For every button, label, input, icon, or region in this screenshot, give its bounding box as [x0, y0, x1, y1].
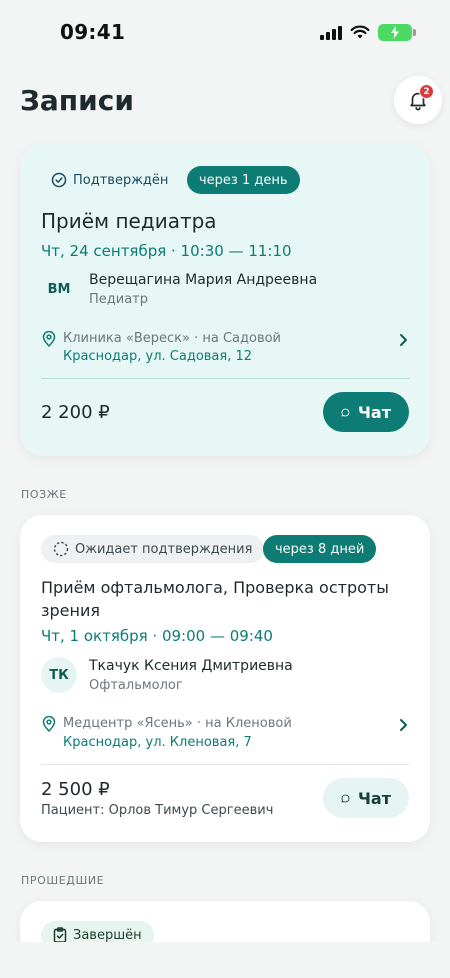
countdown-label: через 8 дней [275, 541, 365, 557]
page-title: Записи [20, 84, 134, 117]
later-appointment-card[interactable]: Ожидает подтверждения через 8 дней Приём… [20, 515, 430, 842]
divider [41, 764, 409, 765]
countdown-badge: через 1 день [187, 166, 300, 194]
doctor-role: Педиатр [89, 292, 149, 307]
status-bar: 09:41 [0, 0, 450, 66]
cellular-signal-icon [320, 25, 342, 40]
clinic-name: Клиника «Вереск» · на Садовой [63, 331, 282, 346]
appointment-price: 2 200 ₽ [41, 402, 110, 423]
wifi-icon [350, 25, 370, 39]
notifications-button[interactable]: 2 [394, 76, 442, 124]
chat-button[interactable]: Чат [323, 778, 409, 818]
appointment-title: Приём педиатра [41, 209, 217, 233]
clipboard-check-icon [53, 927, 67, 943]
countdown-label: через 1 день [199, 172, 288, 188]
status-label: Завершён [73, 927, 142, 943]
chat-button[interactable]: Чат [323, 392, 409, 432]
status-label: Подтверждён [73, 172, 169, 188]
chat-button-label: Чат [358, 402, 391, 422]
doctor-name: Ткачук Ксения Дмитриевна [89, 658, 293, 674]
chevron-right-icon[interactable] [398, 333, 408, 347]
status-label: Ожидает подтверждения [75, 541, 253, 557]
doctor-role: Офтальмолог [89, 678, 183, 693]
divider [41, 378, 409, 379]
clinic-address[interactable]: Краснодар, ул. Садовая, 12 [63, 349, 252, 364]
avatar: ТК [41, 657, 77, 693]
section-label-later: ПОЗЖЕ [21, 488, 67, 501]
location-pin-icon [42, 716, 56, 732]
pending-spinner-icon [53, 541, 69, 557]
status-badge-confirmed: Подтверждён [39, 166, 180, 194]
doctor-name: Верещагина Мария Андреевна [89, 272, 318, 288]
patient-name: Пациент: Орлов Тимур Сергеевич [41, 803, 274, 818]
clinic-name: Медцентр «Ясень» · на Кленовой [63, 716, 292, 731]
location-pin-icon [42, 331, 56, 347]
status-icons [320, 24, 416, 41]
clinic-address[interactable]: Краснодар, ул. Кленовая, 7 [63, 735, 252, 750]
chevron-right-icon[interactable] [398, 718, 408, 732]
appointment-title: Приём офтальмолога, Проверка остроты зре… [41, 578, 389, 620]
countdown-badge: через 8 дней [263, 535, 377, 563]
upcoming-appointment-card[interactable]: Подтверждён через 1 день Приём педиатра … [20, 144, 430, 456]
check-circle-icon [51, 172, 67, 188]
appointment-datetime: Чт, 1 октября · 09:00 — 09:40 [41, 627, 273, 645]
section-label-past: ПРОШЕДШИЕ [21, 874, 105, 887]
chat-button-label: Чат [358, 788, 391, 808]
avatar: ВМ [47, 281, 71, 297]
chat-bubble-icon [341, 794, 350, 802]
status-time: 09:41 [60, 20, 126, 44]
appointment-datetime: Чт, 24 сентября · 10:30 — 11:10 [41, 242, 292, 260]
bottom-fade [0, 942, 450, 978]
appointment-price: 2 500 ₽ [41, 779, 110, 800]
battery-charging-icon [378, 24, 416, 41]
status-badge-pending: Ожидает подтверждения [41, 535, 265, 563]
chat-bubble-icon [341, 408, 350, 416]
notifications-badge: 2 [419, 84, 434, 99]
